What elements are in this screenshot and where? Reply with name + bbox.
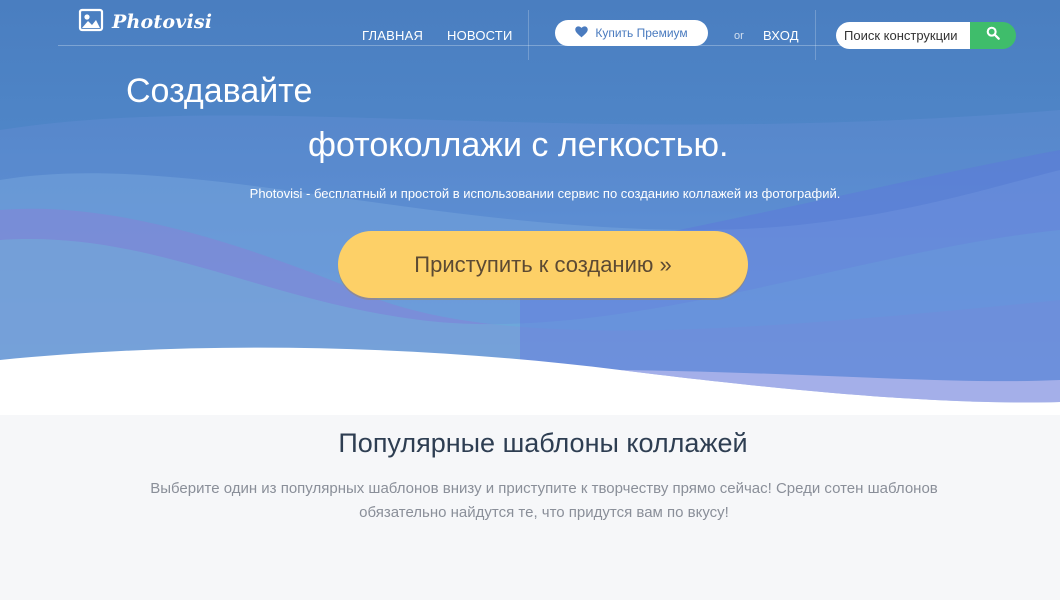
hero-title-line2: фотоколлажи с легкостью. [308,126,729,164]
photo-frame-icon [78,8,104,37]
buy-premium-label: Купить Премиум [595,26,688,40]
nav-link-home[interactable]: ГЛАВНАЯ [362,28,423,43]
magnifier-icon [986,26,1000,45]
login-link[interactable]: ВХОД [763,28,799,43]
search-box [836,22,1016,49]
nav-link-news[interactable]: НОВОСТИ [447,28,513,43]
hero-title-line1: Создавайте [126,72,313,110]
heart-icon [575,25,589,41]
templates-section-title: Популярные шаблоны коллажей [338,428,748,458]
templates-section-description: Выберите один из популярных шаблонов вни… [150,480,938,521]
search-input[interactable] [836,22,970,49]
or-separator-text: or [734,30,744,42]
hero-wave-background [0,110,1060,415]
buy-premium-button[interactable]: Купить Премиум [555,20,708,46]
hero-banner [0,0,1060,415]
hero-subtitle: Photovisi - бесплатный и простой в испол… [249,186,841,201]
start-creating-button[interactable]: Приступить к созданию » [338,231,748,298]
search-button[interactable] [970,22,1016,49]
brand-logo[interactable]: Photovisi [78,8,212,36]
nav-separator [815,10,816,60]
nav-separator [528,10,529,60]
brand-name: Photovisi [112,11,213,33]
